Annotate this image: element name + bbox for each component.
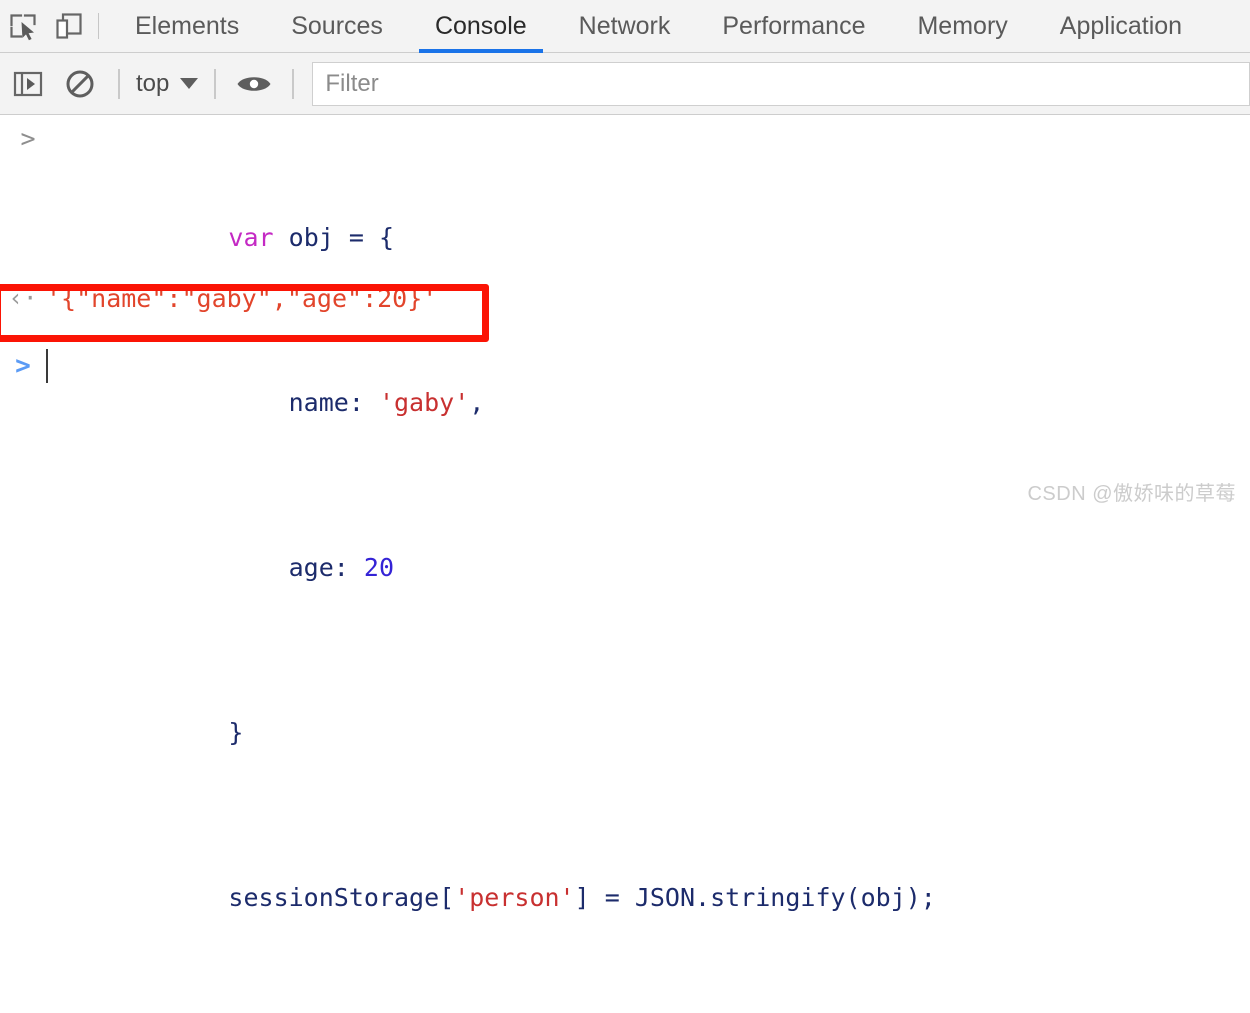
tab-label: Elements: [135, 11, 240, 40]
tab-label: Console: [434, 11, 527, 40]
clear-console-icon: [65, 69, 95, 99]
execution-context-selector[interactable]: top: [132, 69, 202, 97]
tab-label: Memory: [917, 11, 1008, 40]
code-token: 'gaby': [378, 388, 470, 417]
tabbar-divider: [98, 13, 99, 39]
tab-sources[interactable]: Sources: [265, 0, 409, 53]
filter-placeholder: Filter: [325, 69, 379, 97]
prompt-chevron-icon: >: [15, 351, 31, 381]
show-console-sidebar-icon: [13, 71, 43, 97]
result-value: '{"name":"gaby","age":20}': [46, 283, 438, 313]
device-toolbar-icon: [54, 11, 84, 41]
tab-label: Application: [1059, 11, 1183, 40]
console-sidebar-toggle-button[interactable]: [2, 58, 54, 110]
devtools-tabbar: Elements Sources Console Network Perform…: [0, 0, 1250, 53]
code-token: 'person': [454, 883, 575, 912]
tab-label: Performance: [722, 11, 866, 40]
clear-console-button[interactable]: [54, 58, 106, 110]
tab-label: Sources: [291, 11, 383, 40]
filter-input[interactable]: Filter: [312, 61, 1250, 106]
inspect-element-button[interactable]: [0, 0, 46, 53]
tab-console[interactable]: Console: [409, 0, 553, 53]
tab-network[interactable]: Network: [553, 0, 697, 53]
code-token: var: [228, 223, 289, 252]
code-token: sessionStorage[: [228, 883, 455, 912]
code-token: ] = JSON.stringify(obj);: [574, 883, 936, 912]
input-prompt-icon: >: [20, 124, 36, 153]
code-line: }: [108, 683, 1250, 782]
device-toolbar-button[interactable]: [46, 0, 92, 53]
console-input-code: var obj = { name: 'gaby', age: 20 } sess…: [108, 122, 1250, 1013]
tab-label: Network: [578, 11, 671, 40]
code-token: obj = {: [288, 223, 394, 252]
toolbar-divider: [214, 68, 217, 99]
live-expression-eye-icon: [237, 73, 271, 95]
result-return-icon: ‹·: [8, 284, 38, 312]
console-result-entry: ‹· '{"name":"gaby","age":20}': [0, 274, 1250, 322]
code-line: sessionStorage['person'] = JSON.stringif…: [108, 848, 1250, 947]
code-token: ,: [469, 388, 485, 417]
console-filter-toolbar: top Filter: [0, 53, 1250, 115]
code-line: age: 20: [108, 518, 1250, 617]
inspect-element-icon: [8, 11, 38, 41]
chevron-down-icon: [180, 78, 199, 89]
tab-elements[interactable]: Elements: [109, 0, 265, 53]
console-body[interactable]: > var obj = { name: 'gaby', age: 20 } se…: [0, 116, 1250, 912]
toolbar-divider: [292, 68, 295, 99]
panel-tabs: Elements Sources Console Network Perform…: [109, 0, 1250, 53]
tab-application[interactable]: Application: [1034, 0, 1208, 53]
tab-performance[interactable]: Performance: [696, 0, 891, 53]
code-line: var obj = {: [108, 188, 1250, 287]
code-token: }: [228, 718, 244, 747]
live-expression-button[interactable]: [228, 58, 280, 110]
console-prompt-row[interactable]: >: [0, 346, 1250, 386]
tab-memory[interactable]: Memory: [891, 0, 1033, 53]
toolbar-divider: [118, 68, 120, 99]
code-token: age:: [228, 553, 364, 582]
text-cursor: [46, 349, 48, 383]
csdn-watermark: CSDN @傲娇味的草莓: [1027, 483, 1236, 505]
code-token: 20: [363, 553, 394, 582]
execution-context-label: top: [136, 69, 170, 97]
code-token: name:: [228, 388, 379, 417]
console-input-entry: > var obj = { name: 'gaby', age: 20 } se…: [0, 122, 1250, 1013]
